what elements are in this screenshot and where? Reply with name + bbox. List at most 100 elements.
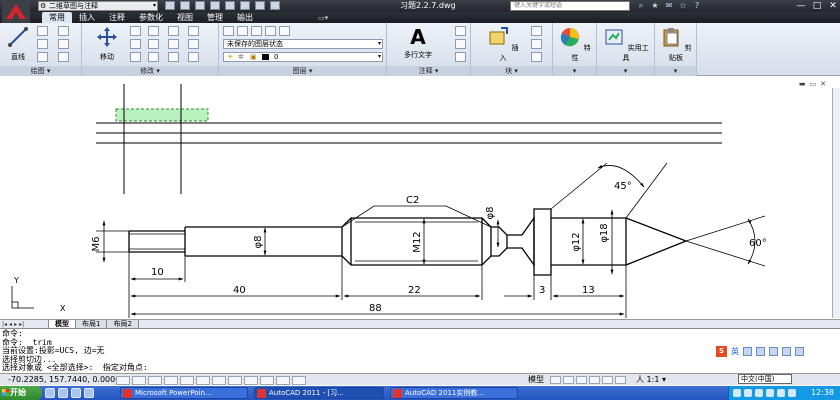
- undo-icon[interactable]: [225, 1, 235, 10]
- tpy-toggle[interactable]: [260, 376, 274, 385]
- quick-view-drawings-icon[interactable]: [563, 376, 574, 384]
- maximize-button[interactable]: □: [812, 0, 822, 12]
- arc-icon[interactable]: [37, 52, 48, 62]
- copy-icon[interactable]: [188, 26, 199, 36]
- skin-icon[interactable]: [782, 346, 791, 356]
- plot-icon[interactable]: [255, 1, 265, 10]
- moon-icon[interactable]: [743, 346, 752, 356]
- qq-icon[interactable]: [766, 389, 774, 397]
- command-window[interactable]: 命令: 命令: trim 当前设置:投影=UCS, 边=无 选择剪切边... 选…: [0, 328, 840, 372]
- taskbar-item-powerpoint[interactable]: Microsoft PowerPoin...: [120, 387, 248, 399]
- grid-toggle[interactable]: [132, 376, 146, 385]
- offset-icon[interactable]: [188, 39, 199, 49]
- communication-icon[interactable]: ✉: [664, 1, 674, 10]
- taskbar-item-autocad-1[interactable]: AutoCAD 2011 - [习...: [254, 387, 384, 399]
- polyline-icon[interactable]: [37, 26, 48, 36]
- workspace-switch-icon[interactable]: [270, 1, 280, 10]
- steering-wheel-icon[interactable]: [602, 376, 613, 384]
- punctuation-icon[interactable]: [756, 346, 765, 356]
- zoom-icon[interactable]: [589, 376, 600, 384]
- qp-toggle[interactable]: [276, 376, 290, 385]
- stretch-icon[interactable]: [130, 52, 141, 62]
- table-icon[interactable]: [455, 52, 466, 62]
- ie-icon[interactable]: [45, 388, 55, 398]
- tab-output[interactable]: 输出: [230, 12, 260, 23]
- ortho-toggle[interactable]: [148, 376, 162, 385]
- layer-state-dropdown[interactable]: 未保存的图层状态 ▾: [223, 39, 383, 49]
- current-layer-dropdown[interactable]: ☀ ✲ ▣ 0 ▾: [223, 52, 383, 62]
- help-search-input[interactable]: 键入关键字或短语: [510, 1, 630, 11]
- ribbon-minimize-icon[interactable]: ▭▾: [318, 14, 328, 22]
- drawing-minimize-button[interactable]: ▬: [799, 80, 806, 88]
- sc-toggle[interactable]: [292, 376, 306, 385]
- redo-icon[interactable]: [240, 1, 250, 10]
- layer-freeze-icon[interactable]: [265, 26, 276, 36]
- update-icon[interactable]: [788, 389, 796, 397]
- insert-block-button[interactable]: 插入: [485, 26, 521, 63]
- trim-icon[interactable]: [148, 26, 159, 36]
- autocad-logo-icon[interactable]: [2, 1, 30, 23]
- media-icon[interactable]: [71, 388, 81, 398]
- scale-icon[interactable]: [148, 52, 159, 62]
- layer-lock-icon[interactable]: [279, 26, 290, 36]
- sogou-icon[interactable]: S: [716, 345, 727, 357]
- explode-icon[interactable]: [168, 39, 179, 49]
- help-icon[interactable]: ?: [692, 1, 702, 10]
- save-icon[interactable]: [195, 1, 205, 10]
- tab-manage[interactable]: 管理: [200, 12, 230, 23]
- ime-language[interactable]: 英: [731, 346, 739, 357]
- fillet-icon[interactable]: [148, 39, 159, 49]
- tab-annotate[interactable]: 注释: [102, 12, 132, 23]
- vertical-scrollbar[interactable]: [832, 88, 840, 318]
- new-icon[interactable]: [165, 1, 175, 10]
- panel-block-title[interactable]: 块 ▾: [471, 66, 552, 76]
- panel-draw-title[interactable]: 绘图 ▾: [0, 66, 81, 76]
- panel-properties-title[interactable]: ▾: [553, 66, 596, 76]
- folder-icon[interactable]: [58, 388, 68, 398]
- layer-properties-icon[interactable]: [223, 26, 234, 36]
- binoculars-icon[interactable]: ⌕: [636, 1, 646, 10]
- antivirus-icon[interactable]: [755, 389, 763, 397]
- tab-view[interactable]: 视图: [170, 12, 200, 23]
- leader-icon[interactable]: [455, 39, 466, 49]
- pan-icon[interactable]: [576, 376, 587, 384]
- erase-icon[interactable]: [168, 26, 179, 36]
- otrack-toggle[interactable]: [196, 376, 210, 385]
- drawing-close-button[interactable]: ✕: [820, 80, 826, 88]
- tab-parametric[interactable]: 参数化: [132, 12, 170, 23]
- osnap-toggle[interactable]: [180, 376, 194, 385]
- spline-icon[interactable]: [58, 52, 69, 62]
- show-desktop-icon[interactable]: [84, 388, 94, 398]
- close-button[interactable]: ✕: [828, 0, 838, 12]
- tools-icon[interactable]: [795, 346, 804, 356]
- annotation-scale[interactable]: 人 1:1 ▾: [636, 374, 666, 386]
- language-indicator[interactable]: 中文(中国): [738, 374, 792, 384]
- start-button[interactable]: 开始: [0, 386, 42, 400]
- rotate-icon[interactable]: [130, 26, 141, 36]
- showmotion-icon[interactable]: [615, 376, 626, 384]
- tab-home[interactable]: 常用: [42, 12, 72, 23]
- rectangle-icon[interactable]: [58, 26, 69, 36]
- dimension-icon[interactable]: [455, 26, 466, 36]
- edit-block-icon[interactable]: [531, 39, 542, 49]
- lwt-toggle[interactable]: [244, 376, 258, 385]
- move-button[interactable]: 移动: [92, 26, 122, 62]
- workspace-dropdown[interactable]: ⚙ 二维草图与注释 ▾: [38, 1, 158, 11]
- panel-modify-title[interactable]: 修改 ▾: [82, 66, 218, 76]
- open-icon[interactable]: [180, 1, 190, 10]
- drawing-canvas[interactable]: M6 φ8 M12 φ8 φ12 φ18 C2 45° 60° 10 40 22…: [0, 77, 840, 319]
- panel-utilities-title[interactable]: ▾: [597, 66, 654, 76]
- favorites-icon[interactable]: ☆: [678, 1, 688, 10]
- panel-layers-title[interactable]: 图层 ▾: [219, 66, 386, 76]
- command-prompt[interactable]: 选择对象或 <全部选择>: 指定对角点:: [2, 363, 148, 373]
- tab-insert[interactable]: 插入: [72, 12, 102, 23]
- drawing-restore-button[interactable]: ▭: [810, 80, 817, 88]
- polar-toggle[interactable]: [164, 376, 178, 385]
- array-icon[interactable]: [168, 52, 179, 62]
- volume-icon[interactable]: [744, 389, 752, 397]
- edit-attribute-icon[interactable]: [531, 52, 542, 62]
- mtext-button[interactable]: A 多行文字: [397, 26, 439, 60]
- create-block-icon[interactable]: [531, 26, 542, 36]
- keyboard-icon[interactable]: [769, 346, 778, 356]
- subscription-icon[interactable]: ★: [650, 1, 660, 10]
